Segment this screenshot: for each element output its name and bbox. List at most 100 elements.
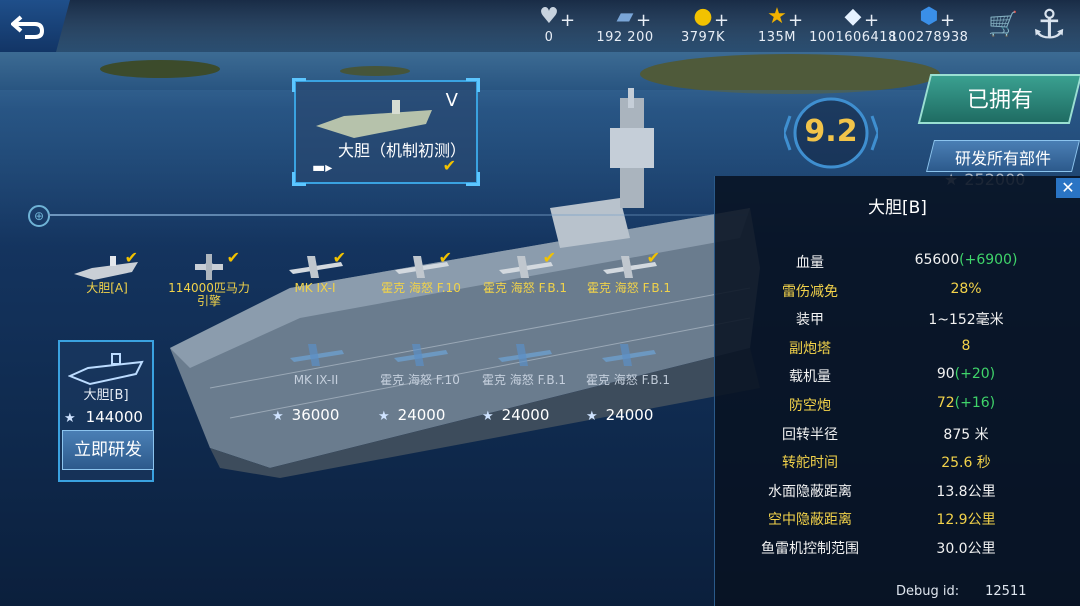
research-now-button[interactable]: 立即研发: [62, 430, 154, 470]
stat-value: 8: [906, 338, 1026, 354]
cost-value: 24000: [605, 406, 654, 424]
upgrade-label: MK IX-I: [294, 281, 336, 295]
plane-icon: [290, 344, 344, 366]
gold-coin-icon: ●: [693, 4, 713, 29]
upgrade-node[interactable]: ✔ MK IX-I: [270, 248, 360, 308]
upgrade-label: MK IX-II: [293, 373, 339, 387]
cost-value: 144000: [85, 408, 143, 426]
stat-value: 72(+16): [906, 395, 1026, 411]
upgrade-label: 霍克 海怒 F.B.1: [586, 281, 672, 295]
debug-id: 12511: [985, 584, 1027, 599]
stat-key: 转舵时间: [782, 455, 838, 472]
stat-value: 13.8公里: [906, 481, 1026, 501]
frame-corner: [292, 78, 306, 92]
stat-key: 载机量: [789, 369, 831, 386]
upgrade-label: 霍克 海怒 F.10: [381, 281, 461, 295]
upgrade-label: 114000匹马力引擎: [168, 281, 250, 308]
plus-icon[interactable]: +: [864, 10, 879, 31]
upgrade-node[interactable]: ✔ 114000匹马力引擎: [164, 248, 254, 308]
divider: [48, 214, 748, 216]
stat-row: 雷伤减免 28%: [714, 281, 1080, 303]
cost-value: 24000: [501, 406, 550, 424]
ship-icon: [68, 353, 144, 386]
plus-icon[interactable]: +: [788, 10, 803, 31]
upgrade-node[interactable]: 霍克 海怒 F.B.1: [578, 340, 678, 390]
plus-icon[interactable]: +: [560, 10, 575, 31]
research-all-label: 研发所有部件: [954, 149, 1051, 168]
stat-key: 装甲: [796, 312, 824, 329]
debug-info: Debug id: 12511: [896, 584, 1027, 599]
stat-bonus: (+20): [954, 366, 996, 383]
rank-label: V: [445, 90, 458, 111]
stat-row: 回转半径 875 米: [714, 424, 1080, 446]
stat-value-text: 875 米: [943, 426, 989, 443]
current-upgrade-cost: ★ 144000: [64, 408, 156, 426]
cost-value: 24000: [397, 406, 446, 424]
stat-value-text: 28%: [950, 280, 982, 297]
cart-icon[interactable]: 🛒: [988, 10, 1018, 38]
upgrade-node[interactable]: ✔ 霍克 海怒 F.10: [376, 248, 466, 308]
upgrade-node[interactable]: ✔ 霍克 海怒 F.B.1: [480, 248, 570, 308]
debug-label: Debug id:: [896, 584, 960, 599]
stat-key: 水面隐蔽距离: [768, 483, 852, 500]
upgrade-cost: ★ 36000: [272, 406, 339, 424]
island: [100, 60, 220, 78]
stat-key: 回转半径: [782, 426, 838, 443]
close-button[interactable]: ✕: [1056, 178, 1080, 198]
star-icon: ★: [272, 409, 284, 424]
anchor-icon[interactable]: ⚓: [1024, 2, 1074, 52]
star-icon: ★: [586, 409, 598, 424]
plus-icon[interactable]: +: [940, 10, 955, 31]
resource-cards[interactable]: ▰ + 192 200: [580, 2, 670, 48]
resource-value: 192 200: [596, 30, 654, 45]
upgrade-node[interactable]: MK IX-II: [266, 340, 366, 390]
ship-icon: [316, 100, 432, 138]
upgrade-label: 霍克 海怒 F.B.1: [585, 373, 671, 387]
plane-icon: [394, 344, 448, 366]
upgrade-label: 大胆[A]: [86, 281, 128, 295]
frame-corner: [466, 78, 480, 92]
cost-value: 36000: [291, 406, 340, 424]
plus-icon[interactable]: +: [714, 10, 729, 31]
stat-key: 雷伤减免: [782, 283, 838, 300]
stat-row: 鱼雷机控制范围 30.0公里: [714, 538, 1080, 560]
stat-value: 875 米: [906, 424, 1026, 444]
heart-icon: ♥: [539, 4, 559, 29]
propeller-icon: [195, 254, 223, 280]
resource-gems[interactable]: ⬢ + 100278938: [884, 2, 974, 48]
upgrade-node[interactable]: 霍克 海怒 F.10: [370, 340, 470, 390]
upgrade-node[interactable]: ✔ 大胆[A]: [62, 248, 152, 308]
check-icon: ✔: [332, 248, 346, 267]
ship-score: 9.2: [804, 114, 858, 149]
stat-value-text: 30.0公里: [936, 541, 996, 557]
stat-row: 水面隐蔽距离 13.8公里: [714, 481, 1080, 503]
diamond-icon: ◆: [844, 4, 862, 29]
stat-row: 载机量 90(+20): [714, 366, 1080, 388]
stat-value-text: 1~152毫米: [928, 312, 1004, 329]
upgrade-node[interactable]: 霍克 海怒 F.B.1: [474, 340, 574, 390]
island: [340, 66, 410, 76]
owned-label: 已拥有: [966, 88, 1033, 113]
upgrade-label: 霍克 海怒 F.B.1: [482, 281, 568, 295]
stat-key: 防空炮: [789, 398, 831, 414]
stat-value-text: 13.8公里: [936, 483, 996, 500]
plane-icon: [498, 344, 552, 366]
check-icon: ✔: [542, 248, 556, 267]
resource-value: 100278938: [889, 30, 969, 45]
panel-title: 大胆[B]: [868, 198, 927, 218]
plane-icon: [602, 344, 656, 366]
upgrade-node[interactable]: ✔ 霍克 海怒 F.B.1: [584, 248, 674, 308]
upgrade-cost: ★ 24000: [586, 406, 653, 424]
upgrade-label: 霍克 海怒 F.B.1: [481, 373, 567, 387]
stat-row: 空中隐蔽距离 12.9公里: [714, 509, 1080, 531]
stat-value-text: 8: [961, 337, 971, 354]
stat-value: 12.9公里: [906, 509, 1026, 529]
selected-ship-card[interactable]: V ▬▸ 大胆（机制初测） ✔: [292, 78, 480, 186]
stat-key: 空中隐蔽距离: [768, 512, 852, 529]
stat-value: 90(+20): [906, 366, 1026, 382]
stat-value-text: 12.9公里: [936, 512, 996, 529]
plus-icon[interactable]: +: [636, 10, 651, 31]
stat-value-text: 72: [936, 395, 955, 411]
back-button[interactable]: [0, 0, 70, 52]
check-icon: ✔: [646, 248, 660, 267]
